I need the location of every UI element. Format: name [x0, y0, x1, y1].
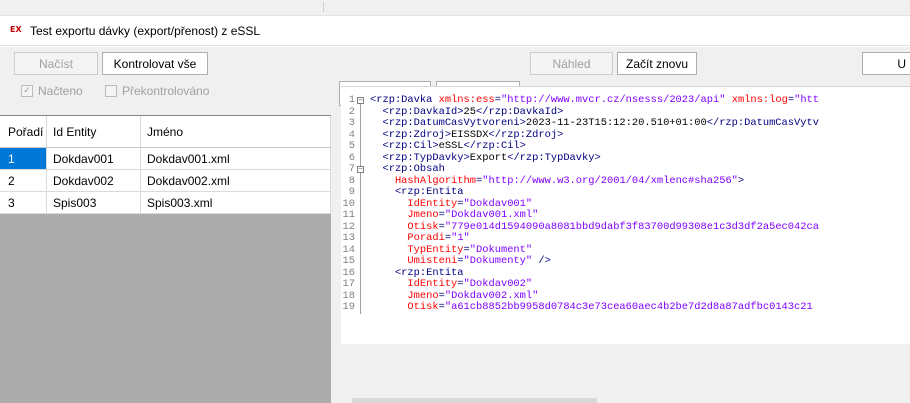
table-row[interactable]: 2 Dokdav002 Dokdav002.xml	[0, 170, 331, 192]
window-title: Test exportu dávky (export/přenost) z eS…	[30, 24, 261, 38]
code-line[interactable]: 19 Otisk="a61cb8852bb9958d0784c3e73cea60…	[341, 301, 819, 314]
fold-guide	[355, 152, 366, 164]
horizontal-scrollbar[interactable]	[352, 398, 597, 403]
app-icon: EX	[10, 25, 22, 34]
fold-guide	[355, 141, 366, 153]
rechecked-checkbox-label: Překontrolováno	[122, 84, 210, 98]
line-number: 17	[342, 278, 355, 290]
fold-guide	[355, 256, 366, 268]
fold-guide	[355, 175, 366, 187]
fold-guide	[355, 129, 366, 141]
fold-guide	[355, 290, 366, 302]
fold-guide	[355, 221, 366, 233]
load-button[interactable]: Načíst	[14, 52, 98, 75]
row-entity-id-cell[interactable]: Dokdav002	[47, 170, 141, 191]
column-header-name[interactable]: Jméno	[141, 116, 331, 147]
fold-guide	[355, 210, 366, 222]
preview-button[interactable]: Náhled	[530, 52, 613, 75]
table-row[interactable]: 3 Spis003 Spis003.xml	[0, 192, 331, 214]
xml-editor[interactable]: 1− <rzp:Davka xmlns:ess="http://www.mvcr.…	[341, 86, 910, 344]
row-name-cell[interactable]: Dokdav002.xml	[141, 170, 331, 191]
fold-guide	[355, 198, 366, 210]
check-all-button[interactable]: Kontrolovat vše	[102, 52, 208, 75]
entity-grid[interactable]: Pořadí Id Entity Jméno 1 Dokdav001 Dokda…	[0, 115, 331, 403]
loaded-checkbox-label: Načteno	[38, 84, 83, 98]
line-number: 9	[348, 186, 355, 198]
checkmark-icon: ✓	[21, 85, 33, 97]
row-name-cell[interactable]: Dokdav001.xml	[141, 148, 331, 169]
row-order-cell[interactable]: 1	[0, 148, 47, 169]
fold-toggle-icon[interactable]: −	[355, 164, 366, 176]
fold-guide	[355, 267, 366, 279]
fold-toggle-icon[interactable]: −	[355, 95, 366, 107]
line-number: 13	[342, 232, 355, 244]
top-strip	[0, 0, 910, 16]
fold-guide	[355, 233, 366, 245]
fold-guide	[355, 106, 366, 118]
window-titlebar: EX Test exportu dávky (export/přenost) z…	[0, 16, 910, 46]
column-header-order[interactable]: Pořadí	[0, 116, 47, 147]
fold-guide	[355, 279, 366, 291]
table-row[interactable]: 1 Dokdav001 Dokdav001.xml	[0, 148, 331, 170]
line-number: 11	[342, 209, 355, 221]
top-strip-separator	[323, 2, 324, 12]
row-entity-id-cell[interactable]: Spis003	[47, 192, 141, 213]
fold-guide	[355, 244, 366, 256]
restart-button[interactable]: Začít znovu	[617, 52, 697, 75]
fold-guide	[355, 302, 366, 314]
rechecked-checkbox[interactable]: Překontrolováno	[105, 84, 209, 98]
grid-header: Pořadí Id Entity Jméno	[0, 116, 331, 148]
cut-off-button[interactable]: U	[862, 52, 910, 75]
row-order-cell[interactable]: 2	[0, 170, 47, 191]
line-number: 7	[348, 163, 355, 175]
row-order-cell[interactable]: 3	[0, 192, 47, 213]
line-number: 5	[348, 140, 355, 152]
line-number: 3	[348, 117, 355, 129]
loaded-checkbox[interactable]: ✓ Načteno	[21, 84, 83, 98]
fold-guide	[355, 118, 366, 130]
code-text: Otisk="a61cb8852bb9958d0784c3e73cea60aec…	[370, 301, 813, 313]
unchecked-box-icon	[105, 85, 117, 97]
line-number: 19	[342, 301, 355, 313]
line-number: 1	[348, 94, 355, 106]
row-name-cell[interactable]: Spis003.xml	[141, 192, 331, 213]
editor-lines: 1− <rzp:Davka xmlns:ess="http://www.mvcr.…	[341, 94, 819, 314]
column-header-entity-id[interactable]: Id Entity	[47, 116, 141, 147]
fold-guide	[355, 187, 366, 199]
row-entity-id-cell[interactable]: Dokdav001	[47, 148, 141, 169]
line-number: 15	[342, 255, 355, 267]
